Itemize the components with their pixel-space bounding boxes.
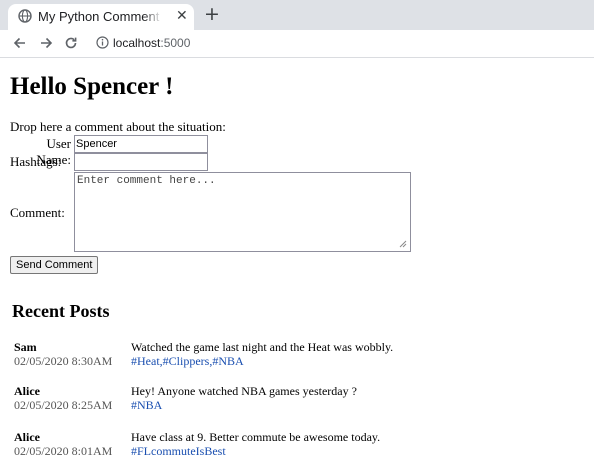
post-text: Hey! Anyone watched NBA games yesterday … [131, 384, 357, 398]
form-intro: Drop here a comment about the situation: [10, 119, 226, 134]
reload-icon[interactable] [62, 34, 80, 52]
hashtags-input[interactable] [74, 153, 208, 171]
post-text: Watched the game last night and the Heat… [131, 340, 394, 354]
post-author: Alice [14, 430, 40, 444]
globe-icon [18, 9, 32, 23]
username-input[interactable] [74, 135, 208, 153]
post-timestamp: 02/05/2020 8:01AM [14, 444, 113, 458]
post-hashtags[interactable]: #FLcommuteIsBest [131, 444, 226, 459]
post-hashtags[interactable]: #NBA [131, 398, 162, 413]
url-host: localhost [113, 36, 161, 50]
tab-title: My Python Comment Page [38, 9, 162, 24]
new-tab-icon[interactable]: + [204, 3, 220, 25]
send-comment-button[interactable]: Send Comment [10, 256, 99, 274]
post-hashtags[interactable]: #Heat,#Clippers,#NBA [131, 354, 244, 369]
recent-posts-title: Recent Posts [12, 301, 110, 321]
hashtags-label: Hashtags: [10, 154, 62, 169]
comment-textarea[interactable] [74, 172, 411, 252]
info-icon[interactable] [96, 36, 109, 49]
comment-label: Comment: [10, 205, 65, 220]
address-bar[interactable]: localhost:5000 [113, 36, 190, 50]
post-text: Have class at 9. Better commute be aweso… [131, 430, 381, 444]
post-author: Alice [14, 384, 40, 398]
post-timestamp: 02/05/2020 8:25AM [14, 398, 113, 412]
forward-arrow-icon[interactable] [37, 34, 55, 52]
url-port: :5000 [160, 36, 191, 50]
browser-toolbar: localhost:5000 [0, 30, 594, 58]
browser-tab[interactable]: My Python Comment Page ✕ [8, 4, 194, 30]
post-author: Sam [14, 340, 37, 354]
back-arrow-icon[interactable] [11, 34, 29, 52]
page-content: Hello Spencer ! Drop here a comment abou… [0, 58, 594, 465]
post-item: Alice 02/05/2020 8:25AM Hey! Anyone watc… [0, 384, 594, 414]
close-tab-icon[interactable]: ✕ [176, 7, 188, 24]
post-timestamp: 02/05/2020 8:30AM [14, 354, 113, 368]
browser-tab-strip: My Python Comment Page ✕ + [0, 0, 594, 30]
post-item: Alice 02/05/2020 8:01AM Have class at 9.… [0, 430, 594, 460]
page-heading: Hello Spencer ! [10, 73, 174, 100]
post-item: Sam 02/05/2020 8:30AM Watched the game l… [0, 340, 594, 370]
resize-grip-icon[interactable] [399, 240, 407, 248]
